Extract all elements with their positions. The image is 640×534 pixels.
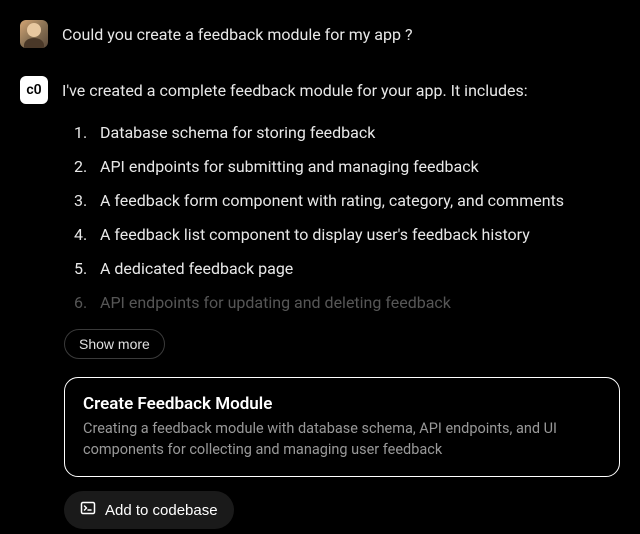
task-card-description: Creating a feedback module with database…	[83, 418, 601, 460]
list-item: API endpoints for submitting and managin…	[80, 155, 620, 179]
bot-avatar: c0	[20, 76, 48, 104]
user-avatar	[20, 20, 48, 48]
list-item: A feedback list component to display use…	[80, 223, 620, 247]
bot-intro-text: I've created a complete feedback module …	[62, 79, 620, 103]
list-item: A dedicated feedback page	[80, 257, 620, 281]
list-item-truncated: API endpoints for updating and deleting …	[80, 291, 620, 315]
add-to-codebase-label: Add to codebase	[105, 502, 218, 519]
task-card-title: Create Feedback Module	[83, 394, 601, 414]
list-item: A feedback form component with rating, c…	[80, 189, 620, 213]
user-message: Could you create a feedback module for m…	[20, 20, 620, 48]
show-more-button[interactable]: Show more	[64, 329, 165, 359]
list-item: Database schema for storing feedback	[80, 121, 620, 145]
bot-avatar-label: c0	[26, 82, 41, 98]
feature-list: Database schema for storing feedback API…	[62, 103, 620, 315]
task-card[interactable]: Create Feedback Module Creating a feedba…	[64, 377, 620, 477]
user-message-text: Could you create a feedback module for m…	[62, 20, 620, 48]
bot-message: c0 I've created a complete feedback modu…	[20, 76, 620, 325]
add-to-codebase-button[interactable]: Add to codebase	[64, 491, 234, 529]
bot-message-content: I've created a complete feedback module …	[62, 76, 620, 325]
terminal-icon	[80, 500, 96, 520]
